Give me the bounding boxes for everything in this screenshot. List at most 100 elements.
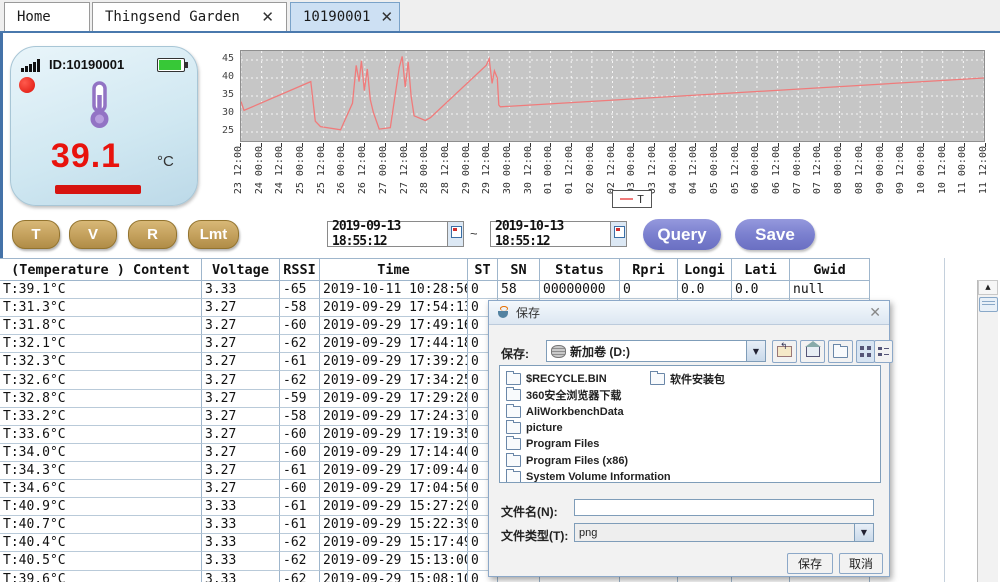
cell: 2019-09-29 17:09:44 (320, 462, 468, 480)
folder-name: AliWorkbenchData (526, 406, 624, 418)
column-header-1[interactable]: Voltage (202, 258, 280, 281)
column-header-5[interactable]: SN (498, 258, 540, 281)
new-folder-icon (833, 346, 848, 358)
x-tick-label: 25 12:00 (316, 146, 327, 194)
calendar-icon[interactable] (447, 222, 463, 246)
tab-label: Thingsend Garden (105, 9, 240, 25)
scrollbar-thumb[interactable] (979, 297, 998, 312)
cell: -60 (280, 480, 320, 498)
dialog-save-button[interactable]: 保存 (787, 553, 833, 574)
mode-button-t[interactable]: T (12, 220, 60, 249)
mode-button-lmt[interactable]: Lmt (188, 220, 239, 249)
column-header-4[interactable]: ST (468, 258, 498, 281)
x-tick-label: 01 12:00 (564, 146, 575, 194)
new-folder-button[interactable] (828, 340, 853, 363)
cell: 3.27 (202, 390, 280, 408)
signal-bars-icon (21, 59, 43, 72)
column-header-7[interactable]: Rpri (620, 258, 678, 281)
column-header-3[interactable]: Time (320, 258, 468, 281)
tab-home[interactable]: Home (4, 2, 90, 31)
cell: 3.33 (202, 281, 280, 299)
mode-button-r[interactable]: R (128, 220, 177, 249)
date-from-field[interactable]: 2019-09-13 18:55:12 (327, 221, 464, 247)
table-right-border (944, 258, 945, 582)
up-folder-button[interactable] (772, 340, 797, 363)
grid-view-button[interactable] (856, 340, 875, 363)
mode-button-v[interactable]: V (69, 220, 117, 249)
x-tick-label: 26 00:00 (336, 146, 347, 194)
chevron-down-icon[interactable]: ▼ (854, 524, 873, 541)
cell: T:40.4°C (0, 534, 202, 552)
cell: 2019-09-29 17:19:35 (320, 426, 468, 444)
dialog-close-icon[interactable]: ✕ (869, 304, 881, 321)
x-tick-label: 09 12:00 (895, 146, 906, 194)
folder-item[interactable]: AliWorkbenchData (506, 404, 624, 420)
folder-item[interactable]: picture (506, 420, 563, 436)
grid-view-icon (860, 346, 871, 357)
column-header-8[interactable]: Longi (678, 258, 732, 281)
tab-thingsend-garden[interactable]: Thingsend Garden ✕ (92, 2, 287, 31)
cell: 2019-09-29 15:27:29 (320, 498, 468, 516)
dialog-cancel-button[interactable]: 取消 (839, 553, 883, 574)
x-tick-label: 05 00:00 (709, 146, 720, 194)
cell: 0 (468, 281, 498, 299)
cell: T:32.6°C (0, 371, 202, 389)
filename-label: 文件名(N): (501, 503, 558, 520)
x-tick-label: 11 00:00 (957, 146, 968, 194)
tab-close-icon[interactable]: ✕ (251, 8, 274, 26)
cell: -62 (280, 335, 320, 353)
cell: 58 (498, 281, 540, 299)
save-button[interactable]: Save (735, 219, 815, 250)
table-scrollbar[interactable]: ▲ (977, 280, 998, 582)
scrollbar-up-icon[interactable]: ▲ (978, 280, 998, 295)
folder-name: 360安全浏览器下载 (526, 387, 621, 403)
folder-icon (506, 373, 521, 385)
cell: 0.0 (678, 281, 732, 299)
folder-item[interactable]: 软件安装包 (650, 371, 725, 387)
filetype-combobox[interactable]: png ▼ (574, 523, 874, 542)
tab-close-icon[interactable]: ✕ (370, 8, 393, 26)
cell: 2019-09-29 17:29:28 (320, 390, 468, 408)
calendar-icon[interactable] (610, 222, 626, 246)
temperature-value: 39.1 (11, 137, 161, 176)
date-from-value[interactable]: 2019-09-13 18:55:12 (328, 219, 447, 249)
cell: -61 (280, 462, 320, 480)
filename-input[interactable] (574, 499, 874, 516)
x-tick-label: 24 12:00 (274, 146, 285, 194)
details-view-button[interactable] (874, 340, 893, 363)
date-to-value[interactable]: 2019-10-13 18:55:12 (491, 219, 610, 249)
cell: -62 (280, 552, 320, 570)
query-button[interactable]: Query (643, 219, 721, 250)
home-button[interactable] (800, 340, 825, 363)
column-header-2[interactable]: RSSI (280, 258, 320, 281)
folder-name: Program Files (526, 438, 599, 450)
chevron-down-icon[interactable]: ▼ (746, 341, 765, 361)
tab-10190001[interactable]: 10190001✕ (290, 2, 400, 31)
folder-name: Program Files (x86) (526, 455, 628, 467)
location-combobox[interactable]: 新加卷 (D:) ▼ (546, 340, 766, 362)
java-app-icon (497, 306, 510, 319)
thermometer-icon (83, 81, 115, 136)
folder-item[interactable]: System Volume Information (506, 469, 671, 483)
battery-icon (157, 58, 185, 72)
x-tick-label: 23 12:00 (233, 146, 244, 194)
column-header-10[interactable]: Gwid (790, 258, 870, 281)
x-tick-label: 30 00:00 (502, 146, 513, 194)
column-header-0[interactable]: (Temperature ) Content (0, 258, 202, 281)
cell: 2019-09-29 15:17:49 (320, 534, 468, 552)
x-tick-label: 26 12:00 (357, 146, 368, 194)
table-row[interactable]: T:39.1°C3.33-652019-10-11 10:28:56058000… (0, 281, 977, 299)
record-dot-icon (19, 77, 35, 93)
folder-item[interactable]: 360安全浏览器下载 (506, 387, 621, 403)
save-dialog-titlebar[interactable]: 保存 ✕ (489, 301, 889, 325)
column-header-9[interactable]: Lati (732, 258, 790, 281)
folder-item[interactable]: Program Files (x86) (506, 453, 628, 469)
date-range-separator: ~ (470, 226, 478, 241)
column-header-6[interactable]: Status (540, 258, 620, 281)
folder-item[interactable]: $RECYCLE.BIN (506, 371, 607, 387)
date-to-field[interactable]: 2019-10-13 18:55:12 (490, 221, 627, 247)
cell: T:34.6°C (0, 480, 202, 498)
cell: 2019-09-29 17:14:40 (320, 444, 468, 462)
legend-line-swatch (620, 198, 633, 200)
folder-item[interactable]: Program Files (506, 436, 599, 452)
